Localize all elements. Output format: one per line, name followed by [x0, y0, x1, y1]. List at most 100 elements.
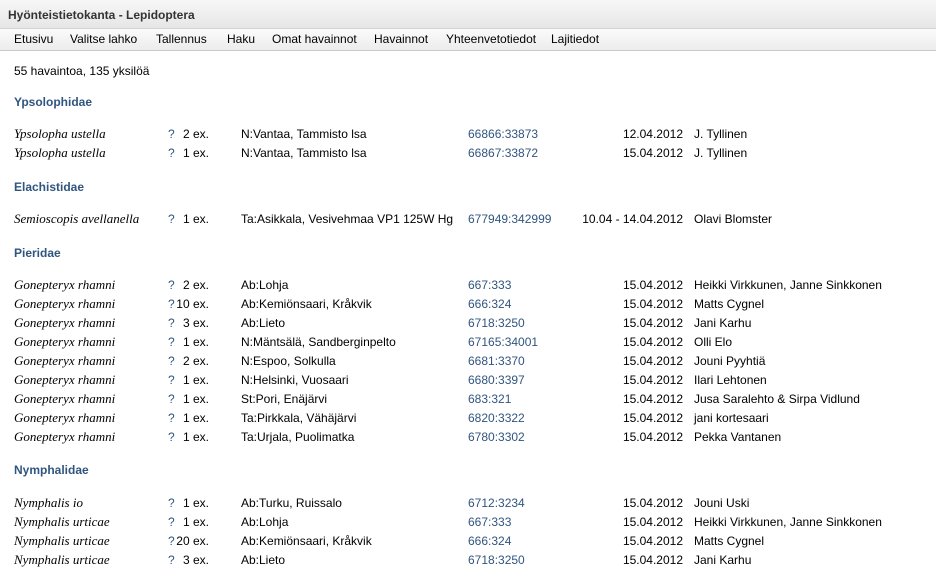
coordinates-link[interactable]: 667:333: [468, 515, 511, 529]
info-link[interactable]: ?: [168, 354, 175, 368]
family-heading: Elachistidae: [14, 180, 85, 194]
species-name: Ypsolopha ustella: [14, 145, 106, 160]
location: Ta:Asikkala, Vesivehmaa VP1 125W Hg: [241, 212, 454, 226]
location: Ab:Kemiönsaari, Kråkvik: [241, 297, 372, 311]
family-heading: Pieridae: [14, 246, 61, 260]
coordinates-link[interactable]: 6718:3250: [468, 316, 525, 330]
observation-row: Gonepteryx rhamni? 10 ex. Ab:Kemiönsaari, …: [0, 297, 936, 316]
species-name: Nymphalis urticae: [14, 552, 110, 567]
observation-row: Nymphalis urticae? 3 ex. Ab:Lieto 6718:3250…: [0, 553, 936, 572]
coordinates-link[interactable]: 666:324: [468, 297, 511, 311]
coordinates-link[interactable]: 677949:342999: [468, 212, 551, 226]
observation-row: Gonepteryx rhamni? 1 ex. N:Helsinki, Vuosa…: [0, 373, 936, 392]
info-link[interactable]: ?: [168, 335, 175, 349]
location: N:Helsinki, Vuosaari: [241, 373, 349, 387]
location: Ab:Lieto: [241, 553, 286, 567]
observer-name: Jouni Pyyhtiä: [694, 354, 766, 368]
info-link[interactable]: ?: [168, 316, 175, 330]
species-name: Nymphalis urticae: [14, 514, 110, 529]
observation-date: 15.04.2012: [622, 354, 683, 368]
menu-item-2[interactable]: Tallennus: [156, 32, 207, 46]
specimen-count: 1 ex.: [182, 515, 209, 529]
specimen-count: 1 ex.: [182, 411, 209, 425]
observation-row: Nymphalis urticae? 1 ex. Ab:Lohja 667:333 15…: [0, 515, 936, 534]
info-link[interactable]: ?: [168, 515, 175, 529]
coordinates-link[interactable]: 6820:3322: [468, 411, 525, 425]
menu-item-5[interactable]: Havainnot: [374, 32, 428, 46]
location: N:Vantaa, Tammisto lsa: [241, 146, 367, 160]
observation-date: 15.04.2012: [622, 392, 683, 406]
window-title: Hyönteistietokanta - Lepidoptera: [8, 8, 195, 22]
info-link[interactable]: ?: [168, 146, 175, 160]
location: Ab:Lohja: [241, 278, 289, 292]
menu-item-0[interactable]: Etusivu: [14, 32, 53, 46]
location: Ab:Kemiönsaari, Kråkvik: [241, 534, 372, 548]
info-link[interactable]: ?: [168, 553, 175, 567]
info-link[interactable]: ?: [168, 297, 175, 311]
coordinates-link[interactable]: 667:333: [468, 278, 511, 292]
menu-item-3[interactable]: Haku: [227, 32, 255, 46]
info-link[interactable]: ?: [168, 534, 175, 548]
specimen-count: 3 ex.: [182, 553, 209, 567]
menu-item-6[interactable]: Yhteenvetotiedot: [446, 32, 536, 46]
coordinates-link[interactable]: 66867:33872: [468, 146, 538, 160]
info-link[interactable]: ?: [168, 392, 175, 406]
species-name: Ypsolopha ustella: [14, 126, 106, 141]
observer-name: Matts Cygnel: [694, 534, 765, 548]
observation-date: 15.04.2012: [622, 335, 683, 349]
species-name: Semioscopis avellanella: [14, 211, 140, 226]
info-link[interactable]: ?: [168, 127, 175, 141]
coordinates-link[interactable]: 67165:34001: [468, 335, 538, 349]
species-name: Gonepteryx rhamni: [14, 353, 116, 368]
species-name: Gonepteryx rhamni: [14, 429, 116, 444]
location: Ab:Lieto: [241, 316, 286, 330]
observer-name: Pekka Vantanen: [694, 430, 782, 444]
specimen-count: 1 ex.: [182, 373, 209, 387]
coordinates-link[interactable]: 6681:3370: [468, 354, 525, 368]
coordinates-link[interactable]: 6712:3234: [468, 496, 525, 510]
observation-row: Gonepteryx rhamni? 1 ex. N:Mäntsälä, Sandb…: [0, 335, 936, 354]
species-name: Gonepteryx rhamni: [14, 391, 116, 406]
species-name: Gonepteryx rhamni: [14, 372, 116, 387]
observation-date: 15.04.2012: [622, 496, 683, 510]
observation-date: 15.04.2012: [622, 373, 683, 387]
specimen-count: 3 ex.: [182, 316, 209, 330]
family-heading: Ypsolophidae: [14, 95, 93, 109]
coordinates-link[interactable]: 6680:3397: [468, 373, 525, 387]
observer-name: Matts Cygnel: [694, 297, 765, 311]
specimen-count: 1 ex.: [182, 496, 209, 510]
family-heading: Nymphalidae: [14, 463, 89, 477]
info-link[interactable]: ?: [168, 496, 175, 510]
coordinates-link[interactable]: 666:324: [468, 534, 511, 548]
specimen-count: 1 ex.: [182, 212, 209, 226]
info-link[interactable]: ?: [168, 373, 175, 387]
coordinates-link[interactable]: 66866:33873: [468, 127, 538, 141]
observation-row: Nymphalis urticae? 20 ex. Ab:Kemiönsaari, …: [0, 534, 936, 553]
observation-row: Gonepteryx rhamni? 3 ex. Ab:Lieto 6718:3250…: [0, 316, 936, 335]
menu-item-4[interactable]: Omat havainnot: [272, 32, 357, 46]
info-link[interactable]: ?: [168, 411, 175, 425]
specimen-count: 1 ex.: [182, 430, 209, 444]
specimen-count: 1 ex.: [182, 392, 209, 406]
location: Ab:Turku, Ruissalo: [241, 496, 342, 510]
observation-date: 10.04 - 14.04.2012: [582, 212, 683, 226]
observer-name: Jani Karhu: [694, 316, 752, 330]
species-name: Nymphalis io: [14, 495, 83, 510]
specimen-count: 2 ex.: [182, 127, 209, 141]
menu-item-7[interactable]: Lajitiedot: [551, 32, 599, 46]
observer-name: Olli Elo: [694, 335, 733, 349]
coordinates-link[interactable]: 6780:3302: [468, 430, 525, 444]
observer-name: Heikki Virkkunen, Janne Sinkkonen: [694, 515, 882, 529]
location: Ta:Urjala, Puolimatka: [241, 430, 355, 444]
info-link[interactable]: ?: [168, 430, 175, 444]
info-link[interactable]: ?: [168, 278, 175, 292]
location: Ta:Pirkkala, Vähäjärvi: [241, 411, 357, 425]
menu-item-1[interactable]: Valitse lahko: [70, 32, 137, 46]
info-link[interactable]: ?: [168, 212, 175, 226]
observer-name: Ilari Lehtonen: [694, 373, 767, 387]
specimen-count: 1 ex.: [182, 335, 209, 349]
location: N:Espoo, Solkulla: [241, 354, 336, 368]
observation-date: 15.04.2012: [622, 411, 683, 425]
coordinates-link[interactable]: 683:321: [468, 392, 511, 406]
coordinates-link[interactable]: 6718:3250: [468, 553, 525, 567]
